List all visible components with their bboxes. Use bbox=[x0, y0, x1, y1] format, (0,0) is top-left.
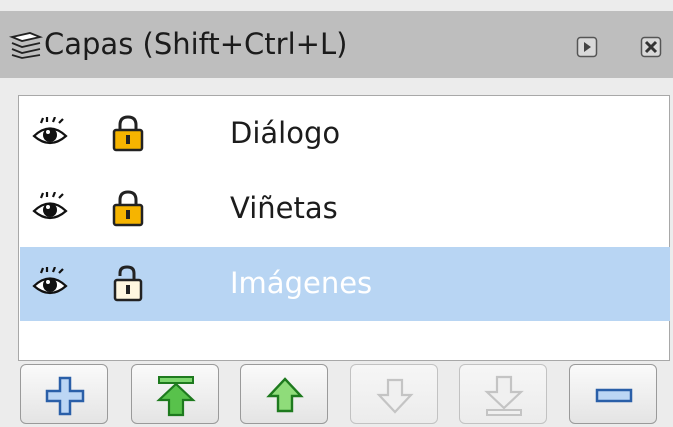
lock-closed-icon[interactable] bbox=[111, 114, 145, 152]
eye-icon[interactable] bbox=[32, 117, 68, 151]
lock-closed-icon[interactable] bbox=[111, 189, 145, 227]
lock-open-icon[interactable] bbox=[111, 264, 145, 302]
layer-toolbar bbox=[0, 364, 673, 427]
panel-titlebar: Capas (Shift+Ctrl+L) bbox=[0, 11, 673, 78]
layers-list: Diálogo Viñetas Imágenes bbox=[18, 95, 670, 361]
layer-row[interactable]: Diálogo bbox=[20, 97, 670, 171]
layer-row[interactable]: Viñetas bbox=[20, 172, 670, 246]
layer-name: Imágenes bbox=[230, 266, 373, 300]
dock-panel-button[interactable] bbox=[576, 36, 598, 58]
move-up-icon bbox=[266, 377, 304, 413]
minus-icon bbox=[595, 388, 633, 403]
plus-icon bbox=[45, 376, 85, 416]
eye-icon[interactable] bbox=[32, 267, 68, 301]
move-layer-to-bottom-button[interactable] bbox=[459, 364, 547, 424]
add-layer-button[interactable] bbox=[20, 364, 108, 424]
move-layer-to-top-button[interactable] bbox=[131, 364, 219, 424]
move-layer-up-button[interactable] bbox=[240, 364, 328, 424]
layer-name: Viñetas bbox=[230, 191, 338, 225]
layer-name: Diálogo bbox=[230, 116, 341, 150]
layers-icon bbox=[8, 32, 44, 59]
delete-layer-button[interactable] bbox=[569, 364, 657, 424]
move-to-bottom-icon bbox=[484, 375, 524, 416]
layer-row-selected[interactable]: Imágenes bbox=[20, 247, 670, 321]
close-panel-button[interactable] bbox=[640, 36, 662, 58]
move-to-top-icon bbox=[156, 376, 196, 417]
move-down-icon bbox=[376, 378, 414, 414]
move-layer-down-button[interactable] bbox=[350, 364, 438, 424]
panel-title: Capas (Shift+Ctrl+L) bbox=[44, 27, 348, 61]
eye-icon[interactable] bbox=[32, 192, 68, 226]
